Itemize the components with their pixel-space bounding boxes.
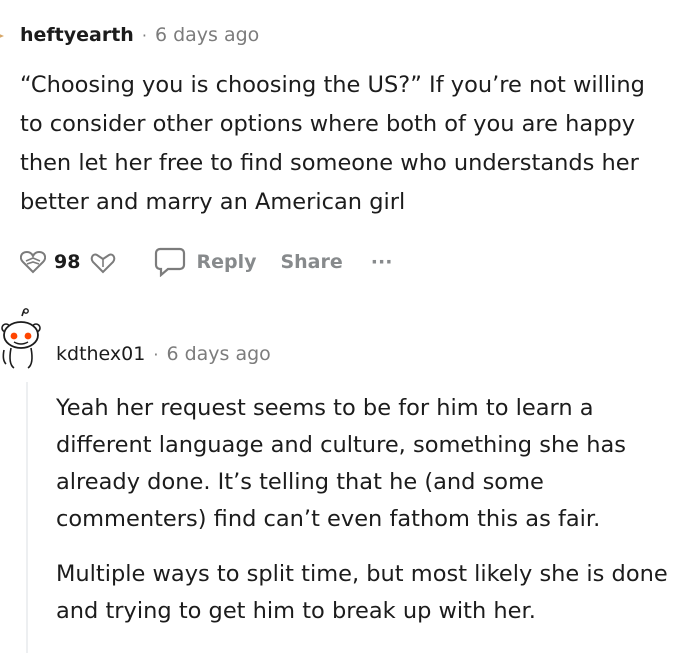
vote-count: 98 xyxy=(54,251,81,273)
more-options-button[interactable]: ··· xyxy=(371,251,393,273)
comment-author[interactable]: heftyearth xyxy=(20,24,134,46)
comment-body: Yeah her request seems to be for him to … xyxy=(56,390,686,630)
comment-timestamp[interactable]: 6 days ago xyxy=(155,24,259,46)
share-button[interactable]: Share xyxy=(280,251,342,273)
separator-dot: · xyxy=(153,344,159,364)
comment-header: heftyearth · 6 days ago xyxy=(20,23,259,47)
thread-line[interactable] xyxy=(26,382,28,653)
reply-label: Reply xyxy=(196,251,257,273)
speech-bubble-icon xyxy=(155,247,186,277)
comment-timestamp[interactable]: 6 days ago xyxy=(166,343,270,365)
user-avatar[interactable] xyxy=(0,308,42,386)
downvote-icon[interactable] xyxy=(90,249,116,275)
comment-paragraph: Multiple ways to split time, but most li… xyxy=(56,561,668,624)
comment-author[interactable]: kdthex01 xyxy=(56,343,145,365)
award-heart-icon[interactable] xyxy=(20,250,46,274)
comment-body: “Choosing you is choosing the US?” If yo… xyxy=(20,72,645,215)
reply-button[interactable]: Reply xyxy=(154,247,256,277)
comment-paragraph: Yeah her request seems to be for him to … xyxy=(56,395,626,532)
user-avatar[interactable] xyxy=(0,26,6,44)
separator-dot: · xyxy=(141,25,147,45)
comment-header: kdthex01 · 6 days ago xyxy=(56,342,271,366)
comment-actions: 98 Reply Share ··· xyxy=(20,244,392,280)
